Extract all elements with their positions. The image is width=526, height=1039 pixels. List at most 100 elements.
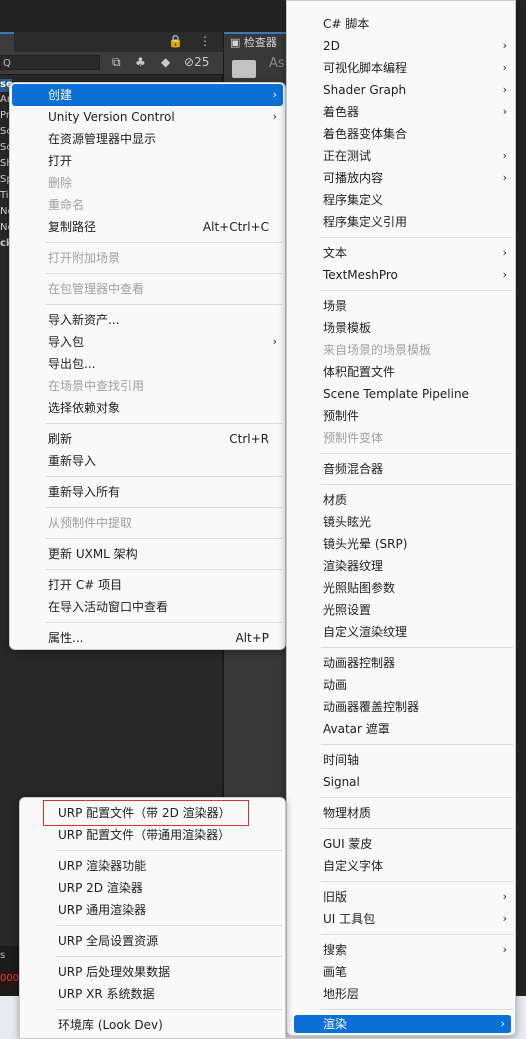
menu-item-animator-controller[interactable]: 动画器控制器 (289, 652, 513, 674)
shortcut-label: Alt+P (235, 631, 269, 645)
menu-item-lightmap-parameters[interactable]: 光照贴图参数 (289, 577, 513, 599)
menu-separator (46, 538, 282, 539)
chevron-right-icon: › (272, 335, 277, 348)
menu-item-view-in-import-activity[interactable]: 在导入活动窗口中查看 (12, 596, 283, 618)
shortcut-label: Alt+Ctrl+C (202, 220, 269, 234)
menu-item-urp-2d-renderer[interactable]: URP 2D 渲染器 (22, 877, 283, 899)
menu-item-custom-font[interactable]: 自定义字体 (289, 855, 513, 877)
menu-item-brush[interactable]: 画笔 (289, 961, 513, 983)
visible-count: 25 (194, 55, 210, 69)
menu-item-assembly-definition[interactable]: 程序集定义 (289, 189, 513, 211)
console-tab-label[interactable]: s (0, 950, 5, 961)
chevron-right-icon: › (502, 268, 507, 281)
search-by-type-icon[interactable]: ⧉ (112, 55, 121, 70)
menu-item-lookdev-library[interactable]: 环境库 (Look Dev) (22, 1014, 283, 1036)
menu-item-textmeshpro[interactable]: TextMeshPro › (289, 264, 513, 286)
menu-item-lens-flare[interactable]: 镜头眩光 (289, 511, 513, 533)
menu-item-lighting-settings[interactable]: 光照设置 (289, 599, 513, 621)
label-icon[interactable]: ◆ (161, 55, 170, 69)
error-count[interactable]: 000 (0, 970, 20, 988)
menu-item-search[interactable]: 搜索 › (289, 939, 513, 961)
menu-item-shader-graph[interactable]: Shader Graph › (289, 79, 513, 101)
chevron-right-icon: › (502, 890, 507, 903)
menu-item-shader-variant-collection[interactable]: 着色器变体集合 (289, 123, 513, 145)
menu-item-properties[interactable]: 属性... Alt+P (12, 627, 283, 649)
menu-separator (321, 647, 513, 648)
menu-item-show-in-explorer[interactable]: 在资源管理器中显示 (12, 128, 283, 150)
menu-item-refresh[interactable]: 刷新 Ctrl+R (12, 428, 283, 450)
menu-item-assembly-definition-reference[interactable]: 程序集定义引用 (289, 211, 513, 233)
menu-item-text[interactable]: 文本 › (289, 242, 513, 264)
menu-item-copy-path[interactable]: 复制路径 Alt+Ctrl+C (12, 216, 283, 238)
menu-item-import-new-asset[interactable]: 导入新资产... (12, 309, 283, 331)
menu-item-playables[interactable]: 可播放内容 › (289, 167, 513, 189)
menu-separator (321, 744, 513, 745)
menu-item-unity-version-control[interactable]: Unity Version Control › (12, 106, 283, 128)
menu-item-open[interactable]: 打开 (12, 150, 283, 172)
menu-item-visual-scripting[interactable]: 可视化脚本编程 › (289, 57, 513, 79)
menu-item-scene-template-from-scene: 来自场景的场景模板 (323, 343, 432, 357)
menu-item-urp-xr-system-data[interactable]: URP XR 系统数据 (22, 983, 283, 1005)
menu-item-render-texture[interactable]: 渲染器纹理 (289, 555, 513, 577)
menu-item-rendering[interactable]: 渲染 › (294, 1015, 511, 1033)
menu-item-ui-toolkit[interactable]: UI 工具包 › (289, 908, 513, 930)
menu-item-material[interactable]: 材质 (289, 489, 513, 511)
menu-item-open-csharp-project[interactable]: 打开 C# 项目 (12, 574, 283, 596)
menu-item-delete: 删除 (48, 176, 73, 190)
menu-item-shader[interactable]: 着色器 › (289, 101, 513, 123)
search-input[interactable]: Q (0, 55, 100, 70)
menu-separator (46, 507, 282, 508)
menu-item-open-additive-scene: 打开附加场景 (48, 251, 121, 265)
menu-item-select-dependencies[interactable]: 选择依赖对象 (12, 397, 283, 419)
menu-item-import-package[interactable]: 导入包 › (12, 331, 283, 353)
menu-item-timeline[interactable]: 时间轴 (289, 749, 513, 771)
menu-item-animator-override-controller[interactable]: 动画器覆盖控制器 (289, 696, 513, 718)
menu-item-scene-template-pipeline[interactable]: Scene Template Pipeline (289, 383, 513, 405)
menu-separator (321, 881, 513, 882)
menu-item-scene-template[interactable]: 场景模板 (289, 317, 513, 339)
menu-item-prefab[interactable]: 预制件 (289, 405, 513, 427)
menu-item-2d[interactable]: 2D › (289, 35, 513, 57)
chevron-right-icon: › (502, 105, 507, 118)
menu-item-testing[interactable]: 正在测试 › (289, 145, 513, 167)
menu-item-avatar-mask[interactable]: Avatar 遮罩 (289, 718, 513, 740)
menu-separator (56, 925, 282, 926)
menu-item-csharp-script[interactable]: C# 脚本 (289, 13, 513, 35)
menu-item-urp-universal-renderer[interactable]: URP 通用渲染器 (22, 899, 283, 921)
menu-item-lens-flare-srp[interactable]: 镜头光晕 (SRP) (289, 533, 513, 555)
menu-item-urp-global-settings[interactable]: URP 全局设置资源 (22, 930, 283, 952)
menu-item-reimport[interactable]: 重新导入 (12, 450, 283, 472)
menu-separator (46, 423, 282, 424)
menu-item-urp-renderer-feature[interactable]: URP 渲染器功能 (22, 855, 283, 877)
tab-options-icons[interactable]: 🔒 ⋮ (168, 34, 217, 48)
chevron-right-icon: › (502, 943, 507, 956)
menu-item-urp-post-process-data[interactable]: URP 后处理效果数据 (22, 961, 283, 983)
inspector-tab-label: 检查器 (243, 36, 277, 49)
menu-separator (46, 569, 282, 570)
menu-separator (321, 237, 513, 238)
inspector-tab[interactable]: ▣ 检查器 (224, 32, 286, 52)
menu-item-animation[interactable]: 动画 (289, 674, 513, 696)
menu-item-volume-profile[interactable]: 体积配置文件 (289, 361, 513, 383)
menu-item-urp-asset-universal-renderer[interactable]: URP 配置文件（带通用渲染器） (22, 824, 283, 846)
menu-item-audio-mixer[interactable]: 音频混合器 (289, 458, 513, 480)
menu-item-create[interactable]: 创建 › (12, 84, 283, 106)
menu-item-export-package[interactable]: 导出包... (12, 353, 283, 375)
filter-icon[interactable]: ♣ (135, 55, 146, 69)
menu-item-custom-render-texture[interactable]: 自定义渲染纹理 (289, 621, 513, 643)
menu-item-signal[interactable]: Signal (289, 771, 513, 793)
menu-separator (46, 622, 282, 623)
menu-item-physic-material[interactable]: 物理材质 (289, 802, 513, 824)
menu-item-urp-asset-2d-renderer[interactable]: URP 配置文件（带 2D 渲染器） (22, 802, 283, 824)
menu-item-reimport-all[interactable]: 重新导入所有 (12, 481, 283, 503)
menu-separator (46, 273, 282, 274)
project-tab[interactable] (0, 32, 14, 52)
menu-item-gui-skin[interactable]: GUI 蒙皮 (289, 833, 513, 855)
menu-item-legacy[interactable]: 旧版 › (289, 886, 513, 908)
visibility-icon[interactable]: ⊘25 (184, 55, 209, 69)
folder-icon (232, 60, 256, 78)
menu-item-update-uxml-schema[interactable]: 更新 UXML 架构 (12, 543, 283, 565)
chevron-right-icon: › (502, 149, 507, 162)
menu-item-terrain-layer[interactable]: 地形层 (289, 983, 513, 1005)
menu-item-scene[interactable]: 场景 (289, 295, 513, 317)
